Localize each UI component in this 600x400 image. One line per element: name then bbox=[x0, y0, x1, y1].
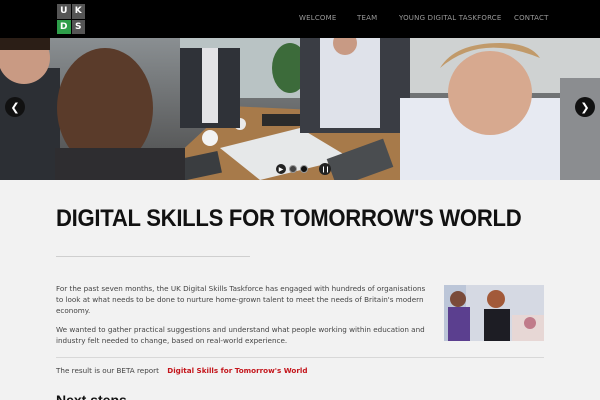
second-paragraph: We wanted to gather practical suggestion… bbox=[56, 325, 425, 345]
slider-pause-button[interactable]: ❙❙ bbox=[319, 163, 331, 175]
slider-dot-1[interactable] bbox=[289, 165, 297, 173]
report-line: The result is our BETA report Digital Sk… bbox=[56, 366, 308, 375]
report-prefix: The result is our BETA report bbox=[56, 366, 159, 375]
slider-prev-button[interactable]: ❮ bbox=[5, 97, 25, 117]
hero-slider: ❮ ❯ ▶ ❙❙ bbox=[0, 38, 600, 180]
hero-photo-meeting bbox=[0, 38, 600, 180]
intro-paragraph: For the past seven months, the UK Digita… bbox=[56, 284, 426, 315]
thumbnail-image bbox=[444, 285, 544, 341]
next-steps-heading: Next steps bbox=[56, 392, 127, 400]
play-icon: ▶ bbox=[278, 165, 284, 173]
report-link[interactable]: Digital Skills for Tomorrow's World bbox=[167, 366, 307, 375]
nav-team[interactable]: TEAM bbox=[357, 14, 377, 22]
chevron-left-icon: ❮ bbox=[10, 100, 20, 114]
main-nav: WELCOME TEAM YOUNG DIGITAL TASKFORCE CON… bbox=[0, 0, 600, 38]
slider-next-button[interactable]: ❯ bbox=[575, 97, 595, 117]
nav-contact[interactable]: CONTACT bbox=[514, 14, 549, 22]
title-divider bbox=[56, 256, 250, 257]
slider-controls: ▶ ❙❙ bbox=[276, 163, 331, 175]
nav-welcome[interactable]: WELCOME bbox=[299, 14, 337, 22]
chevron-right-icon: ❯ bbox=[580, 100, 590, 114]
page-title: DIGITAL SKILLS FOR TOMORROW'S WORLD bbox=[56, 205, 522, 232]
taskforce-photo-thumbnail bbox=[444, 285, 544, 341]
pause-icon: ❙❙ bbox=[320, 165, 330, 173]
slider-dot-2[interactable] bbox=[300, 165, 308, 173]
top-navigation-bar: U K D S WELCOME TEAM YOUNG DIGITAL TASKF… bbox=[0, 0, 600, 38]
section-divider bbox=[56, 357, 544, 358]
slider-play-button[interactable]: ▶ bbox=[276, 164, 286, 174]
nav-young-digital-taskforce[interactable]: YOUNG DIGITAL TASKFORCE bbox=[399, 14, 502, 22]
